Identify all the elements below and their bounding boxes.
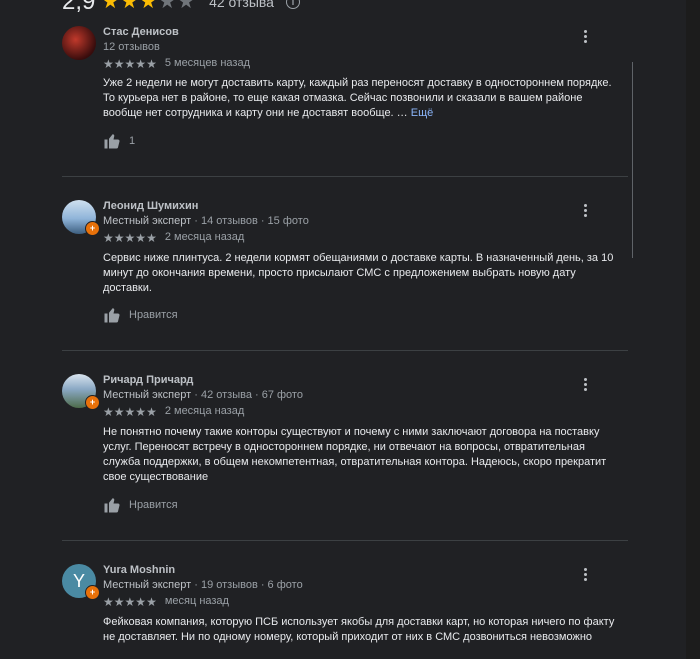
thumbs-up-icon <box>104 498 120 513</box>
review-card: Стас Денисов 12 отзывов ★ ★ ★ ★ ★ 5 месяцев … <box>62 26 622 156</box>
reviewer-name[interactable]: Стас Денисов <box>103 26 179 39</box>
reviewer-role: Местный эксперт <box>103 215 192 227</box>
star-icon: ★ <box>113 56 125 71</box>
review-stars: ★ ★ ★ ★ ★ <box>103 58 157 70</box>
star-icon: ★ <box>103 230 114 245</box>
star-icon: ★ <box>113 404 125 419</box>
star-icon: ★ <box>146 404 157 419</box>
review-rating: ★ ★ ★ ★ ★ 2 месяца назад <box>103 231 244 244</box>
star-icon: ★ <box>113 230 125 245</box>
outer-scroll-area <box>686 0 700 659</box>
review-text-body: Уже 2 недели не могут доставить карту, к… <box>103 77 612 119</box>
read-more-link[interactable]: Ещё <box>411 107 434 119</box>
review-text: Уже 2 недели не могут доставить карту, к… <box>103 76 623 121</box>
reviewer-name[interactable]: Леонид Шумихин <box>103 200 198 213</box>
star-icon: ★ <box>135 230 147 245</box>
reviewer-role: Местный эксперт <box>103 579 192 591</box>
reviewer-role: Местный эксперт <box>103 389 192 401</box>
thumbs-up-icon <box>104 308 120 323</box>
reviewer-name[interactable]: Ричард Причард <box>103 374 193 387</box>
more-options-icon[interactable] <box>577 376 593 392</box>
more-options-icon[interactable] <box>577 202 593 218</box>
avatar-image <box>62 26 96 60</box>
review-date: 2 месяца назад <box>164 405 245 417</box>
star-icon: ★ <box>135 594 147 609</box>
avatar-letter: Y <box>72 570 85 591</box>
reviewer-stats: · 42 отзыва · 67 фото <box>191 389 303 401</box>
review-date: месяц назад <box>164 595 229 607</box>
review-text: Сервис ниже плинтуса. 2 недели кормят об… <box>103 252 614 294</box>
review-stars: ★ ★ ★ ★ ★ <box>103 232 157 244</box>
review-stars: ★ ★ ★ ★ ★ <box>103 406 157 418</box>
star-icon: ★ <box>135 404 147 419</box>
rating-summary: 2,9 ★ ★ ★ ★ ★ 42 отзыва i <box>62 0 300 14</box>
reviewer-meta: Местный эксперт · 14 отзывов · 15 фото <box>103 215 309 228</box>
average-rating: 2,9 <box>62 0 96 15</box>
reviewer-stats: · 14 отзывов · 15 фото <box>191 215 309 227</box>
review-card: + Леонид Шумихин Местный эксперт · 14 от… <box>62 200 622 330</box>
review-count: 42 отзыва <box>209 0 274 10</box>
reviewer-meta: 12 отзывов <box>103 41 160 53</box>
summary-stars: ★ ★ ★ ★ ★ <box>101 0 195 12</box>
review-date: 5 месяцев назад <box>164 57 250 69</box>
local-guide-badge-icon: + <box>85 395 100 410</box>
more-options-icon[interactable] <box>577 28 593 44</box>
star-icon: ★ <box>146 594 157 609</box>
like-button[interactable]: Нравится <box>103 306 178 324</box>
review-stars: ★ ★ ★ ★ ★ <box>103 596 157 608</box>
avatar[interactable]: + <box>62 200 100 236</box>
star-icon: ★ <box>146 230 157 245</box>
star-icon: ★ <box>139 0 158 13</box>
review-card: Y + Yura Moshnin Местный эксперт · 19 от… <box>62 564 622 659</box>
divider <box>62 176 628 177</box>
divider <box>62 540 628 541</box>
star-icon: ★ <box>101 0 120 13</box>
star-icon: ★ <box>124 404 136 419</box>
reviewer-meta: Местный эксперт · 42 отзыва · 67 фото <box>103 389 303 402</box>
review-date: 2 месяца назад <box>164 231 245 243</box>
like-count: 1 <box>129 135 136 147</box>
more-options-icon[interactable] <box>577 566 593 582</box>
thumbs-up-icon <box>104 134 120 149</box>
star-icon: ★ <box>113 594 125 609</box>
star-icon: ★ <box>120 0 139 13</box>
divider <box>62 350 628 351</box>
star-icon: ★ <box>103 594 114 609</box>
star-icon: ★ <box>135 56 147 71</box>
review-card: + Ричард Причард Местный эксперт · 42 от… <box>62 374 622 524</box>
star-icon: ★ <box>158 0 177 13</box>
reviewer-meta: Местный эксперт · 19 отзывов · 6 фото <box>103 579 303 592</box>
star-icon: ★ <box>124 230 136 245</box>
avatar[interactable] <box>62 26 96 60</box>
star-icon: ★ <box>124 56 136 71</box>
local-guide-badge-icon: + <box>85 221 100 236</box>
review-rating: ★ ★ ★ ★ ★ 2 месяца назад <box>103 405 244 418</box>
info-icon[interactable]: i <box>285 0 300 9</box>
review-text: Фейковая компания, которую ПСБ используе… <box>103 616 615 643</box>
reviewer-stats: · 19 отзывов · 6 фото <box>191 579 303 591</box>
like-label: Нравится <box>129 499 178 511</box>
reviewer-name[interactable]: Yura Moshnin <box>103 564 175 577</box>
review-rating: ★ ★ ★ ★ ★ месяц назад <box>103 595 229 608</box>
avatar[interactable]: Y + <box>62 564 100 600</box>
star-icon: ★ <box>146 56 157 71</box>
review-rating: ★ ★ ★ ★ ★ 5 месяцев назад <box>103 57 250 70</box>
like-button[interactable]: 1 <box>103 132 135 150</box>
review-text: Не понятно почему такие конторы существу… <box>103 426 607 483</box>
like-label: Нравится <box>129 309 178 321</box>
avatar[interactable]: + <box>62 374 100 410</box>
scrollbar-track[interactable] <box>632 62 637 258</box>
star-icon: ★ <box>177 0 196 13</box>
local-guide-badge-icon: + <box>85 585 100 600</box>
star-icon: ★ <box>124 594 136 609</box>
star-icon: ★ <box>103 56 114 71</box>
like-button[interactable]: Нравится <box>103 496 178 514</box>
star-icon: ★ <box>103 404 114 419</box>
